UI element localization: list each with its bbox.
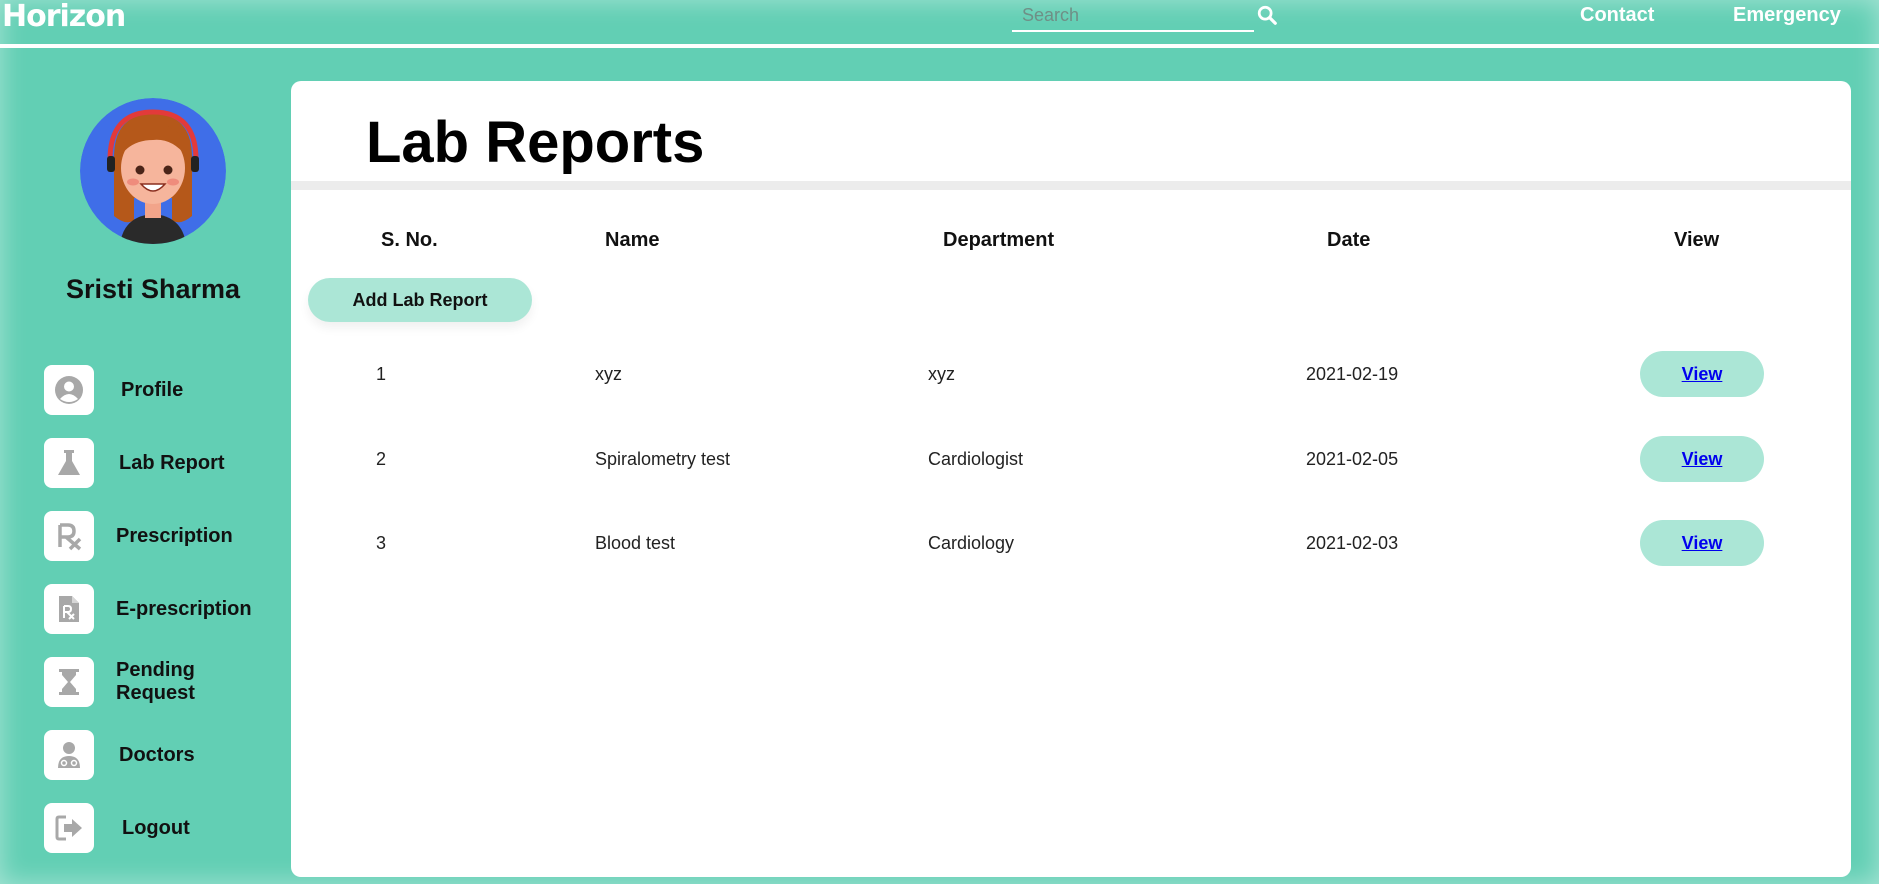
add-lab-report-button[interactable]: Add Lab Report — [308, 278, 532, 322]
logo[interactable]: Horizon — [2, 0, 126, 34]
sidebar-item-label: Lab Report — [119, 451, 225, 474]
avatar — [80, 98, 226, 244]
table-row: 3 Blood test Cardiology 2021-02-03 View — [291, 520, 1851, 566]
sidebar-item-logout[interactable]: Logout — [44, 803, 274, 853]
cell-name: Spiralometry test — [595, 449, 731, 469]
column-header-sno: S. No. — [381, 229, 438, 251]
sidebar-item-label: Logout — [122, 816, 190, 839]
main-content: Lab Reports S. No. Name Department Date … — [291, 81, 1851, 877]
emergency-link[interactable]: Emergency — [1733, 0, 1841, 30]
search-input[interactable] — [1012, 0, 1254, 30]
sidebar-item-prescription[interactable]: Prescription — [44, 511, 274, 561]
page-title: Lab Reports — [366, 110, 705, 175]
top-navbar: Horizon Contact Emergency — [0, 0, 1879, 48]
sign-out-icon — [44, 803, 94, 853]
cell-name: xyz — [595, 364, 622, 384]
cell-sno: 2 — [376, 449, 387, 469]
search-bar — [1012, 0, 1254, 32]
sidebar-item-label: E-prescription — [116, 597, 252, 620]
search-icon[interactable] — [1256, 4, 1278, 26]
doctor-icon — [44, 730, 94, 780]
sidebar-item-doctors[interactable]: Doctors — [44, 730, 274, 780]
cell-department: Cardiologist — [928, 449, 1024, 469]
column-header-date: Date — [1327, 229, 1371, 251]
column-header-view: View — [1674, 229, 1720, 251]
table-row: 1 xyz xyz 2021-02-19 View — [291, 351, 1851, 397]
hourglass-icon — [44, 657, 94, 707]
cell-date: 2021-02-05 — [1306, 449, 1399, 469]
view-button[interactable]: View — [1640, 436, 1764, 482]
sidebar-item-profile[interactable]: Profile — [44, 365, 274, 415]
cell-department: xyz — [928, 364, 955, 384]
sidebar-item-label: Pending Request — [116, 659, 195, 704]
contact-link[interactable]: Contact — [1580, 0, 1654, 30]
sidebar-item-label: Prescription — [116, 524, 233, 547]
cell-department: Cardiology — [928, 533, 1015, 553]
sidebar-item-label: Profile — [121, 378, 184, 401]
cell-sno: 3 — [376, 533, 387, 553]
divider — [291, 181, 1851, 190]
cell-date: 2021-02-19 — [1306, 364, 1399, 384]
sidebar-item-pending-request[interactable]: Pending Request — [44, 657, 274, 707]
column-header-name: Name — [605, 229, 660, 251]
cell-sno: 1 — [376, 364, 387, 384]
rx-icon — [44, 511, 94, 561]
view-button[interactable]: View — [1640, 351, 1764, 397]
flask-icon — [44, 438, 94, 488]
sidebar-item-e-prescription[interactable]: E-prescription — [44, 584, 274, 634]
view-button[interactable]: View — [1640, 520, 1764, 566]
column-header-department: Department — [943, 229, 1055, 251]
cell-date: 2021-02-03 — [1306, 533, 1399, 553]
rx-file-icon — [44, 584, 94, 634]
sidebar-item-lab-report[interactable]: Lab Report — [44, 438, 274, 488]
user-circle-icon — [44, 365, 94, 415]
user-name: Sristi Sharma — [65, 274, 241, 304]
table-row: 2 Spiralometry test Cardiologist 2021-02… — [291, 436, 1851, 482]
cell-name: Blood test — [595, 533, 676, 553]
sidebar-item-label: Doctors — [119, 743, 195, 766]
